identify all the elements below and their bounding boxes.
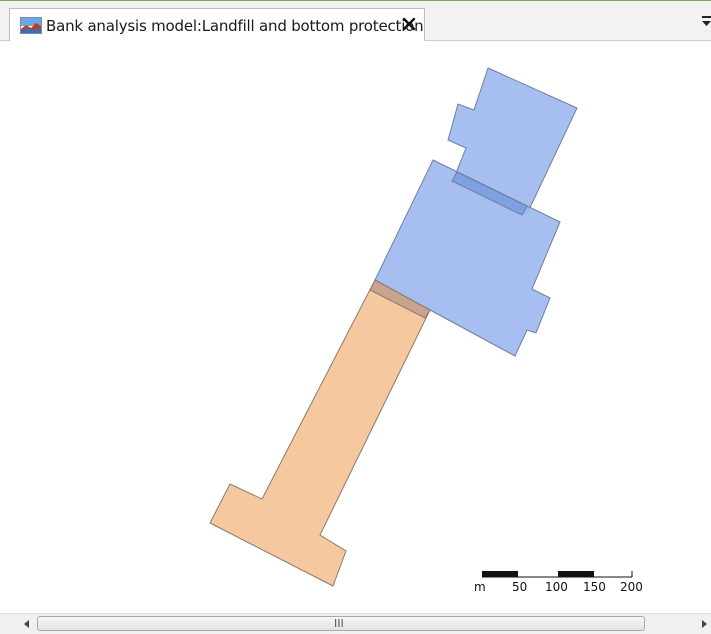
- scale-label-150: 150: [583, 580, 606, 594]
- landfill-polygon[interactable]: [209, 279, 431, 587]
- scroll-left-arrow-icon[interactable]: [20, 618, 34, 630]
- scroll-thumb-grip: III: [334, 617, 344, 630]
- tab-bank-analysis-model[interactable]: Bank analysis model:Landfill and bottom …: [9, 8, 425, 42]
- scale-label-100: 100: [545, 580, 568, 594]
- horizontal-scrollbar[interactable]: III: [0, 613, 711, 634]
- scale-label-200: 200: [620, 580, 643, 594]
- close-icon[interactable]: [400, 15, 418, 33]
- scale-bar: m 50 100 150 200: [470, 562, 650, 598]
- tab-list-dropdown-icon[interactable]: [700, 13, 711, 29]
- scale-unit-label: m: [474, 580, 486, 594]
- scroll-thumb[interactable]: III: [37, 616, 645, 631]
- scale-bar-graphic: [482, 571, 633, 578]
- map-chart-icon: [20, 17, 42, 34]
- tab-title: Bank analysis model:Landfill and bottom …: [46, 17, 424, 35]
- map-geometry: [209, 67, 578, 587]
- scroll-right-arrow-icon[interactable]: [697, 618, 711, 630]
- scale-label-50: 50: [512, 580, 528, 594]
- document-tab-strip: Bank analysis model:Landfill and bottom …: [0, 1, 711, 42]
- map-canvas[interactable]: [0, 41, 711, 613]
